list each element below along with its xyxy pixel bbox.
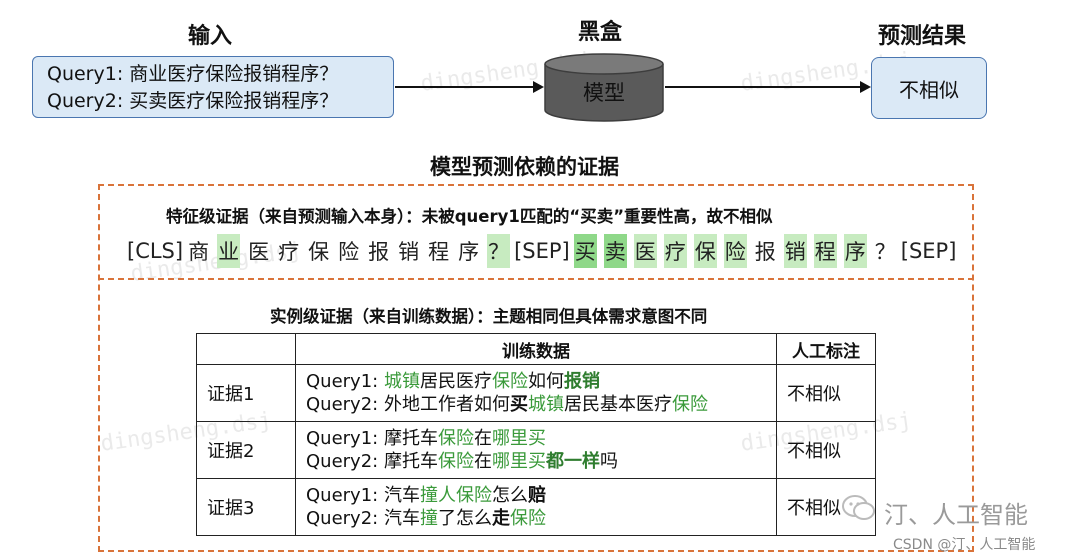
- query-line: Query2: 摩托车保险在哪里买都一样吗: [306, 450, 766, 473]
- token: 销: [783, 234, 807, 268]
- table-row: 证据3 Query1: 汽车撞人保险怎么赔 Query2: 汽车撞了怎么走保险 不相似: [196, 478, 876, 536]
- training-data-cell: Query1: 摩托车保险在哪里买 Query2: 摩托车保险在哪里买都一样吗: [295, 421, 777, 479]
- query-line: Query1: 摩托车保险在哪里买: [306, 427, 766, 450]
- token: 险: [723, 234, 747, 268]
- watermark-logo-text: 汀、人工智能: [884, 501, 1028, 529]
- query-text: 了怎么: [437, 508, 492, 529]
- query1-text: Query1: 商业医疗保险报销程序？: [47, 63, 339, 85]
- blackbox-title: 黑盒: [578, 20, 623, 45]
- query-line: Query1: 汽车撞人保险怎么赔: [306, 484, 766, 507]
- query-text: Query2: 外地工作者如何: [306, 394, 510, 415]
- training-data-cell: Query1: 城镇居民医疗保险如何报销 Query2: 外地工作者如何买城镇居民…: [295, 364, 777, 422]
- header-manual-label: 人工标注: [776, 333, 876, 365]
- highlighted-term: 城镇: [383, 371, 420, 392]
- input-title: 输入: [188, 24, 233, 49]
- highlighted-term: 保险: [491, 371, 528, 392]
- wechat-logo-icon: [842, 494, 876, 522]
- arrow-model-to-result: [665, 86, 861, 88]
- token: ？: [874, 240, 896, 264]
- query-text: 怎么: [491, 485, 528, 506]
- highlighted-term: 报销: [563, 371, 600, 392]
- query-text: 居民医疗: [419, 371, 492, 392]
- query-text: Query1: 汽车: [306, 485, 420, 506]
- token: 险: [338, 240, 360, 264]
- query-text: Query2: 汽车: [306, 508, 420, 529]
- arrow-input-to-model: [395, 86, 535, 88]
- result-title: 预测结果: [878, 24, 967, 49]
- query-text: 在: [473, 428, 492, 449]
- query-line: Query2: 外地工作者如何买城镇居民基本医疗保险: [306, 393, 766, 416]
- training-evidence-table: 训练数据 人工标注 证据1 Query1: 城镇居民医疗保险如何报销 Query2:…: [196, 333, 876, 536]
- highlighted-term: 赔: [527, 485, 546, 506]
- query-text: Query1:: [306, 371, 384, 392]
- query-input-box: Query1: 商业医疗保险报销程序？ Query2: 买卖医疗保险报销程序？: [32, 56, 394, 118]
- evidence-id: 证据3: [196, 478, 296, 536]
- result-label: 不相似: [899, 77, 959, 102]
- token: 疗: [278, 240, 300, 264]
- manual-label: 不相似: [776, 364, 876, 422]
- arrow-head-icon: [860, 81, 871, 93]
- query-text: 在: [473, 451, 492, 472]
- instance-evidence-heading: 实例级证据（来自训练数据）：主题相同但具体需求意图不同: [270, 307, 708, 326]
- highlighted-term: 城镇: [527, 394, 564, 415]
- token: 医: [633, 234, 657, 268]
- token: 买: [573, 234, 597, 268]
- query-line: Query1: 城镇居民医疗保险如何报销: [306, 370, 766, 393]
- header-training-data: 训练数据: [295, 333, 777, 365]
- query-line: Query2: 汽车撞了怎么走保险: [306, 507, 766, 530]
- table-row: 证据2 Query1: 摩托车保险在哪里买 Query2: 摩托车保险在哪里买都一样…: [196, 421, 876, 479]
- token-sequence: [CLS] 商业医疗保险报销程序？ [SEP] 买卖医疗保险报销程序？ [SEP]: [126, 234, 960, 268]
- token: 疗: [663, 234, 687, 268]
- token: 保: [693, 234, 717, 268]
- token: 医: [248, 240, 270, 264]
- highlighted-term: 撞人保险: [419, 485, 492, 506]
- query-text: Query2: 摩托车: [306, 451, 438, 472]
- highlighted-term: 都一样: [545, 451, 600, 472]
- highlighted-term: 保险: [437, 428, 474, 449]
- token: ？: [487, 234, 511, 268]
- token: 业: [217, 234, 241, 268]
- highlighted-term: 买: [509, 394, 528, 415]
- token: 商: [188, 240, 210, 264]
- training-data-cell: Query1: 汽车撞人保险怎么赔 Query2: 汽车撞了怎么走保险: [295, 478, 777, 536]
- feature-evidence-heading: 特征级证据（来自预测输入本身）：未被query1匹配的“买卖”重要性高，故不相似: [166, 207, 773, 226]
- table-header-row: 训练数据 人工标注: [196, 333, 876, 365]
- query-text: 吗: [599, 451, 618, 472]
- evidence-id: 证据1: [196, 364, 296, 422]
- evidence-title: 模型预测依赖的证据: [430, 155, 619, 179]
- result-box: 不相似: [871, 57, 987, 119]
- token: 序: [843, 234, 867, 268]
- evidence-id: 证据2: [196, 421, 296, 479]
- token: [SEP]: [900, 239, 957, 263]
- query-text: 居民基本医疗: [563, 394, 672, 415]
- header-blank: [196, 333, 296, 365]
- token: 程: [428, 240, 450, 264]
- token: 报: [754, 240, 776, 264]
- token: 销: [398, 240, 420, 264]
- token: 报: [368, 240, 390, 264]
- manual-label: 不相似: [776, 421, 876, 479]
- token: 程: [813, 234, 837, 268]
- highlighted-term: 撞: [419, 508, 438, 529]
- table-row: 证据1 Query1: 城镇居民医疗保险如何报销 Query2: 外地工作者如何买城…: [196, 364, 876, 422]
- evidence-divider: [98, 278, 974, 280]
- token: [SEP]: [514, 239, 570, 263]
- highlighted-term: 保险: [509, 508, 546, 529]
- token: [CLS]: [127, 239, 184, 263]
- query-text: Query1: 摩托车: [306, 428, 438, 449]
- highlighted-term: 哪里买: [491, 428, 546, 449]
- query-text: 如何: [527, 371, 564, 392]
- model-label: 模型: [583, 81, 625, 105]
- csdn-credit: CSDN @汀、人工智能: [893, 537, 1036, 553]
- highlighted-term: 保险: [671, 394, 708, 415]
- token: 卖: [603, 234, 627, 268]
- highlighted-term: 哪里买: [491, 451, 546, 472]
- query2-text: Query2: 买卖医疗保险报销程序？: [47, 90, 339, 112]
- token: 序: [458, 240, 480, 264]
- highlighted-term: 保险: [437, 451, 474, 472]
- token: 保: [308, 240, 330, 264]
- highlighted-term: 走: [491, 508, 510, 529]
